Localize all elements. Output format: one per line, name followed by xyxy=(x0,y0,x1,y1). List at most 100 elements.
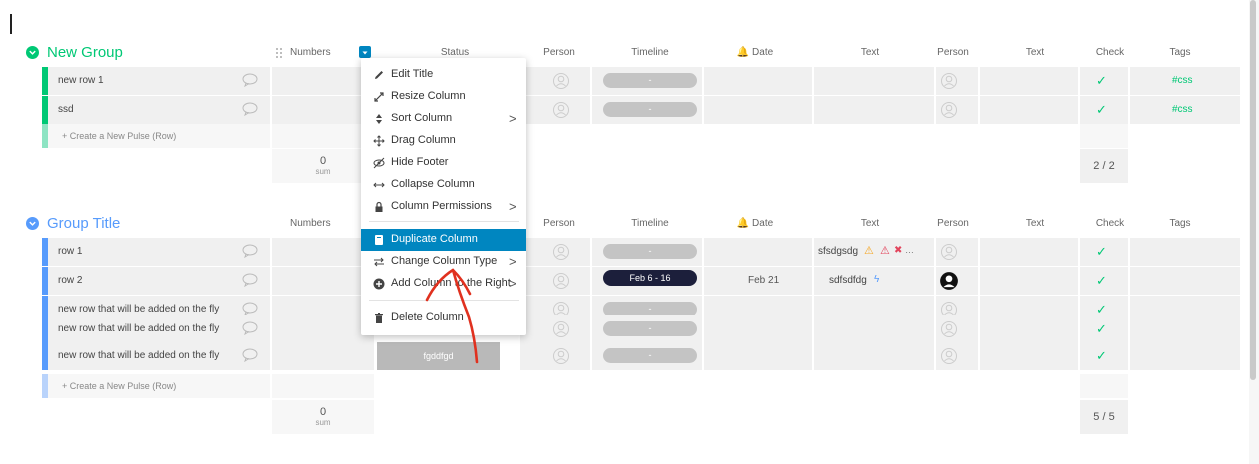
column-header-check[interactable]: Check xyxy=(1085,218,1135,229)
column-header-person[interactable]: Person xyxy=(534,218,584,229)
row-name[interactable]: new row 1 xyxy=(58,75,104,86)
table-row[interactable]: row 1 - sfsdgsdg ⚠ ⚠ ✖ … ✓ xyxy=(42,238,1242,267)
chevron-right-icon: > xyxy=(509,254,517,269)
menu-item-sort-column[interactable]: Sort Column > xyxy=(361,108,526,130)
checkmark-icon[interactable]: ✓ xyxy=(1096,321,1107,337)
menu-item-label: Sort Column xyxy=(391,112,453,124)
numbers-cell[interactable] xyxy=(272,96,374,124)
row-name[interactable]: new row that will be added on the fly xyxy=(58,350,219,361)
tag-label[interactable]: #css xyxy=(1172,104,1193,115)
timeline-pill[interactable]: - xyxy=(603,244,697,259)
numbers-cell[interactable] xyxy=(272,267,374,295)
column-header-date[interactable]: 🔔 Date xyxy=(725,47,785,58)
table-row[interactable]: new row that will be added on the fly - … xyxy=(42,342,1242,371)
group-title-group-title[interactable]: Group Title xyxy=(26,215,120,232)
create-pulse-row[interactable]: + Create a New Pulse (Row) xyxy=(42,374,1242,398)
column-header-check[interactable]: Check xyxy=(1085,47,1135,58)
timeline-pill-active[interactable]: Feb 6 - 16 xyxy=(603,270,697,286)
column-header-text-2[interactable]: Text xyxy=(1010,47,1060,58)
comment-bubble-icon[interactable] xyxy=(242,273,258,287)
numbers-cell[interactable] xyxy=(272,315,374,343)
checkmark-icon[interactable]: ✓ xyxy=(1096,73,1107,89)
column-header-person-2[interactable]: Person xyxy=(928,218,978,229)
column-header-text[interactable]: Text xyxy=(840,47,900,58)
person-placeholder-icon[interactable] xyxy=(552,72,570,90)
checkmark-icon[interactable]: ✓ xyxy=(1096,273,1107,289)
person-placeholder-icon[interactable] xyxy=(552,347,570,365)
drag-handle-icon[interactable] xyxy=(275,46,283,58)
vertical-scrollbar[interactable] xyxy=(1249,0,1259,464)
menu-item-collapse-column[interactable]: Collapse Column xyxy=(361,174,526,196)
chevron-down-icon[interactable] xyxy=(26,46,39,59)
column-header-person-2[interactable]: Person xyxy=(928,47,978,58)
lightning-icon: ϟ xyxy=(874,274,880,285)
column-header-timeline[interactable]: Timeline xyxy=(610,218,690,229)
row-name[interactable]: ssd xyxy=(58,104,74,115)
column-header-person[interactable]: Person xyxy=(534,47,584,58)
chevron-right-icon: > xyxy=(509,199,517,214)
date-value[interactable]: Feb 21 xyxy=(748,275,779,286)
row-name[interactable]: new row that will be added on the fly xyxy=(58,323,219,334)
table-row[interactable]: ssd - ✓ #css xyxy=(42,96,1242,125)
person-placeholder-icon[interactable] xyxy=(940,320,958,338)
comment-bubble-icon[interactable] xyxy=(242,102,258,116)
column-header-text-2[interactable]: Text xyxy=(1010,218,1060,229)
text-cell-value[interactable]: sdfsdfdg xyxy=(829,275,867,286)
column-header-numbers[interactable]: Numbers xyxy=(290,218,360,229)
comment-bubble-icon[interactable] xyxy=(242,348,258,362)
comment-bubble-icon[interactable] xyxy=(242,321,258,335)
numbers-footer[interactable]: 0 sum xyxy=(272,400,374,434)
column-header-timeline[interactable]: Timeline xyxy=(610,47,690,58)
row-name[interactable]: row 2 xyxy=(58,275,82,286)
chevron-down-icon[interactable] xyxy=(26,217,39,230)
person-placeholder-icon[interactable] xyxy=(552,272,570,290)
person-placeholder-icon[interactable] xyxy=(552,320,570,338)
create-pulse-input[interactable]: + Create a New Pulse (Row) xyxy=(62,381,176,391)
text-cell-value[interactable]: sfsdgsdg xyxy=(818,246,858,257)
person-placeholder-icon[interactable] xyxy=(940,72,958,90)
comment-bubble-icon[interactable] xyxy=(242,244,258,258)
timeline-pill[interactable]: - xyxy=(603,102,697,117)
column-header-status[interactable]: Status xyxy=(415,47,495,58)
checkmark-icon[interactable]: ✓ xyxy=(1096,348,1107,364)
tag-label[interactable]: #css xyxy=(1172,75,1193,86)
table-row[interactable]: new row that will be added on the fly - … xyxy=(42,315,1242,344)
column-header-text[interactable]: Text xyxy=(840,218,900,229)
row-name[interactable]: row 1 xyxy=(58,246,82,257)
checkmark-icon[interactable]: ✓ xyxy=(1096,102,1107,118)
scrollbar-thumb[interactable] xyxy=(1250,0,1256,380)
comment-bubble-icon[interactable] xyxy=(242,73,258,87)
person-placeholder-icon[interactable] xyxy=(940,243,958,261)
checkmark-icon[interactable]: ✓ xyxy=(1096,244,1107,260)
column-header-tags[interactable]: Tags xyxy=(1155,47,1205,58)
group-title-new-group[interactable]: New Group xyxy=(26,44,123,61)
column-header-date[interactable]: 🔔 Date xyxy=(725,218,785,229)
menu-item-resize-column[interactable]: Resize Column xyxy=(361,86,526,108)
numbers-cell[interactable] xyxy=(272,67,374,95)
person-placeholder-icon[interactable] xyxy=(552,243,570,261)
person-placeholder-icon[interactable] xyxy=(940,347,958,365)
menu-item-column-permissions[interactable]: Column Permissions > xyxy=(361,196,526,218)
menu-item-label: Collapse Column xyxy=(391,178,475,190)
menu-item-duplicate-column[interactable]: Duplicate Column xyxy=(361,229,526,251)
timeline-pill[interactable]: - xyxy=(603,321,697,336)
timeline-pill[interactable]: - xyxy=(603,73,697,88)
menu-item-edit-title[interactable]: Edit Title xyxy=(361,64,526,86)
numbers-footer[interactable]: 0 sum xyxy=(272,149,374,183)
numbers-cell[interactable] xyxy=(272,342,374,370)
column-header-tags[interactable]: Tags xyxy=(1155,218,1205,229)
comment-bubble-icon[interactable] xyxy=(242,302,258,316)
table-row[interactable]: new row 1 - ✓ #css xyxy=(42,67,1242,96)
person-placeholder-icon[interactable] xyxy=(940,101,958,119)
create-pulse-row[interactable]: + Create a New Pulse (Row) xyxy=(42,124,1242,148)
row-name[interactable]: new row that will be added on the fly xyxy=(58,304,219,315)
user-avatar-icon[interactable] xyxy=(939,271,959,291)
numbers-cell[interactable] xyxy=(272,238,374,266)
create-pulse-input[interactable]: + Create a New Pulse (Row) xyxy=(62,131,176,141)
timeline-pill[interactable]: - xyxy=(603,348,697,363)
column-header-numbers[interactable]: Numbers xyxy=(290,47,360,58)
person-placeholder-icon[interactable] xyxy=(552,101,570,119)
menu-item-drag-column[interactable]: Drag Column xyxy=(361,130,526,152)
column-menu-button[interactable] xyxy=(359,46,371,58)
menu-item-hide-footer[interactable]: Hide Footer xyxy=(361,152,526,174)
